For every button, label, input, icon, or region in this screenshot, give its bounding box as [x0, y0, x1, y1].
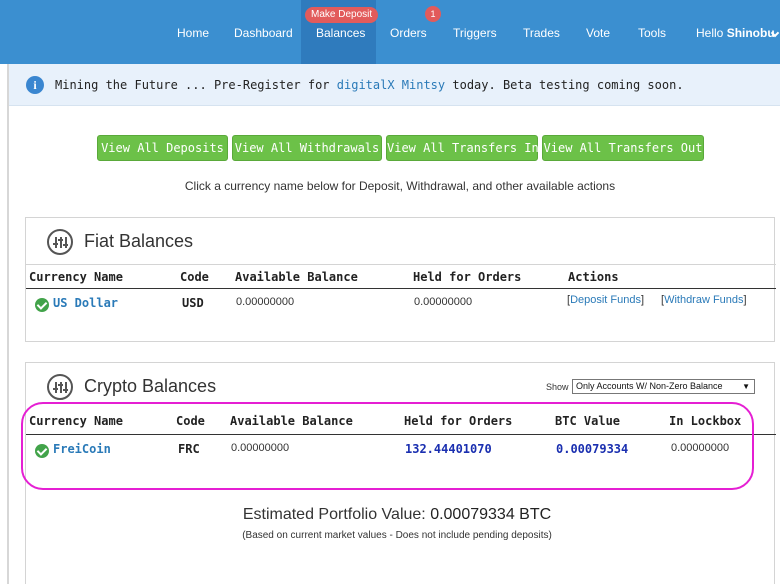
col-currency-name: Currency Name [29, 270, 123, 284]
fiat-panel-title: Fiat Balances [84, 231, 194, 251]
col-code: Code [180, 270, 209, 284]
portfolio-amount: 0.00079334 BTC [430, 506, 552, 523]
col-held-for-orders: Held for Orders [413, 270, 522, 284]
nav-tools[interactable]: Tools [638, 26, 666, 40]
info-icon: i [26, 76, 44, 94]
deposit-funds-link[interactable]: Deposit Funds [570, 294, 641, 306]
show-filter-label: Show [546, 382, 569, 392]
check-circle-icon [35, 298, 49, 312]
nav-dashboard[interactable]: Dashboard [234, 26, 293, 40]
col-available-balance: Available Balance [235, 270, 358, 284]
username: Shinobu [726, 26, 775, 40]
banner-text-after: today. Beta testing coming soon. [445, 78, 684, 92]
portfolio-note: (Based on current market values - Does n… [242, 530, 552, 541]
nav-triggers[interactable]: Triggers [453, 26, 497, 40]
user-menu[interactable]: Hello Shinobu [696, 26, 775, 40]
deposit-funds-action[interactable]: [Deposit Funds] [567, 294, 644, 306]
annotation-highlight-circle [21, 402, 754, 490]
sliders-icon [47, 229, 73, 255]
filter-selected-value: Only Accounts W/ Non-Zero Balance [576, 381, 723, 391]
orders-count-badge: 1 [425, 6, 441, 22]
available-balance: 0.00000000 [236, 296, 295, 308]
currency-code: USD [182, 296, 204, 310]
info-banner: i Mining the Future ... Pre-Register for… [9, 64, 780, 106]
nav-balances[interactable]: Balances [316, 26, 365, 40]
portfolio-label: Estimated Portfolio Value: [242, 506, 431, 523]
nav-vote[interactable]: Vote [586, 26, 610, 40]
crypto-panel-title: Crypto Balances [84, 376, 217, 396]
make-deposit-badge[interactable]: Make Deposit [305, 7, 379, 23]
view-all-deposits-button[interactable]: View All Deposits [97, 135, 228, 161]
view-all-transfers-in-button[interactable]: View All Transfers In [386, 135, 539, 161]
withdraw-funds-action[interactable]: [Withdraw Funds] [661, 294, 747, 306]
banner-text: Mining the Future ... Pre-Register for d… [55, 78, 684, 92]
fiat-balances-panel: Fiat Balances Currency Name Code Availab… [25, 217, 776, 342]
col-actions: Actions [568, 270, 619, 284]
banner-link[interactable]: digitalX Mintsy [337, 78, 445, 92]
balance-filter-select[interactable]: Only Accounts W/ Non-Zero Balance ▼ [572, 379, 755, 394]
sliders-icon [47, 374, 73, 400]
nav-orders[interactable]: Orders [390, 26, 427, 40]
hello-prefix: Hello [696, 26, 727, 40]
currency-link-usd[interactable]: US Dollar [53, 296, 118, 310]
table-row: US Dollar USD 0.00000000 0.00000000 [Dep… [26, 288, 776, 316]
nav-trades[interactable]: Trades [523, 26, 560, 40]
withdraw-funds-link[interactable]: Withdraw Funds [664, 294, 743, 306]
fiat-table-header: Currency Name Code Available Balance Hel… [26, 264, 776, 288]
portfolio-value: Estimated Portfolio Value: 0.00079334 BT… [0, 506, 780, 524]
top-navbar: Home Dashboard Balances Orders Triggers … [0, 0, 780, 64]
helper-text: Click a currency name below for Deposit,… [184, 179, 616, 193]
held-for-orders: 0.00000000 [414, 296, 473, 308]
nav-home[interactable]: Home [177, 26, 209, 40]
view-all-transfers-out-button[interactable]: View All Transfers Out [542, 135, 704, 161]
dropdown-arrow-icon: ▼ [742, 382, 750, 391]
view-all-withdrawals-button[interactable]: View All Withdrawals [232, 135, 382, 161]
banner-text-before: Mining the Future ... Pre-Register for [55, 78, 337, 92]
